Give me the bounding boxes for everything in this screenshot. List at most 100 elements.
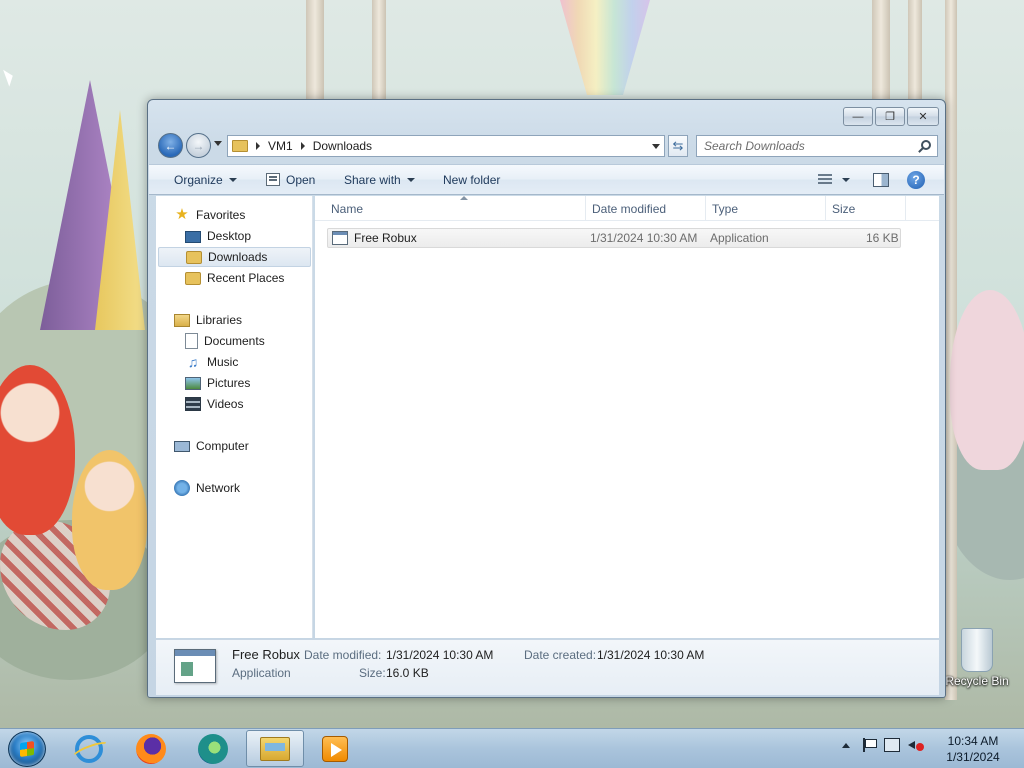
column-header-type[interactable]: Type: [706, 196, 826, 221]
chevron-down-icon: [228, 177, 237, 182]
recycle-bin-label: Recycle Bin: [945, 674, 1009, 688]
breadcrumb-separator-icon[interactable]: [300, 142, 305, 150]
breadcrumb-vm1[interactable]: VM1: [268, 139, 293, 153]
taskbar-firefox[interactable]: [122, 730, 180, 767]
details-file-type: Application: [232, 666, 291, 680]
navigation-pane: ★ Favorites Desktop Downloads Recent Pla…: [156, 196, 313, 638]
maximize-button[interactable]: ❐: [875, 107, 905, 126]
taskbar-internet-explorer[interactable]: [60, 730, 118, 767]
recent-pages-dropdown[interactable]: [214, 141, 222, 146]
file-name: Free Robux: [354, 231, 417, 245]
close-button[interactable]: ✕: [907, 107, 939, 126]
nav-desktop[interactable]: Desktop: [158, 226, 311, 246]
clock[interactable]: 10:34 AM 1/31/2024: [937, 733, 1009, 765]
nav-music[interactable]: ♫ Music: [158, 352, 311, 372]
file-row[interactable]: Free Robux 1/31/2024 10:30 AM Applicatio…: [327, 228, 901, 248]
column-type-label: Type: [712, 201, 739, 216]
refresh-button[interactable]: ⇆: [668, 135, 688, 157]
column-header-name[interactable]: Name: [325, 196, 586, 221]
nav-recent-places[interactable]: Recent Places: [158, 268, 311, 288]
search-icon[interactable]: [921, 140, 931, 150]
organize-button[interactable]: Organize: [174, 165, 237, 194]
nav-network[interactable]: Network: [158, 478, 311, 498]
media-player-icon: [322, 735, 348, 762]
forward-button[interactable]: →: [186, 133, 211, 158]
back-button[interactable]: ←: [158, 133, 183, 158]
nav-desktop-label: Desktop: [207, 229, 252, 243]
new-folder-label: New folder: [443, 172, 501, 187]
details-date-created-value: 1/31/2024 10:30 AM: [597, 648, 705, 662]
nav-documents[interactable]: Documents: [158, 331, 311, 351]
help-icon: ?: [907, 170, 925, 189]
column-header-size[interactable]: Size: [826, 196, 906, 221]
show-hidden-icons-button[interactable]: [842, 742, 850, 748]
column-headers: Name Date modified Type Size: [315, 196, 939, 221]
details-date-modified-label: Date modified:: [304, 648, 382, 662]
pictures-icon: [185, 376, 201, 390]
taskbar-file-explorer[interactable]: [246, 730, 304, 767]
nav-libraries-label: Libraries: [196, 313, 243, 327]
taskbar-media-player[interactable]: [306, 730, 364, 767]
change-view-button[interactable]: [818, 165, 850, 194]
mouse-cursor-icon: [3, 67, 16, 87]
nav-documents-label: Documents: [204, 334, 265, 348]
nav-downloads[interactable]: Downloads: [158, 247, 311, 267]
network-status-icon[interactable]: [884, 738, 900, 752]
details-size-label: Size:: [359, 666, 386, 680]
details-date-created-label: Date created:: [524, 648, 597, 662]
desktop-icon-recycle-bin[interactable]: Recycle Bin: [944, 628, 1010, 688]
search-box[interactable]: [696, 135, 938, 157]
nav-computer[interactable]: Computer: [158, 436, 311, 456]
forward-arrow-icon: →: [192, 138, 205, 153]
recycle-bin-icon: [961, 628, 993, 672]
open-label: Open: [286, 172, 316, 187]
nav-libraries[interactable]: Libraries: [158, 310, 311, 330]
nav-pictures-label: Pictures: [207, 376, 251, 390]
explorer-window: — ❐ ✕ ← → VM1 Downloads ⇆ Organize Op: [147, 99, 946, 698]
wallpaper-tree-trunk: [372, 0, 386, 100]
wallpaper-tree-trunk: [872, 0, 890, 100]
preview-pane-button[interactable]: [873, 165, 889, 194]
taskbar-edge[interactable]: [184, 730, 242, 767]
wallpaper-rainbow: [560, 0, 650, 95]
new-folder-button[interactable]: New folder: [443, 165, 500, 194]
computer-icon: [174, 441, 190, 452]
nav-favorites[interactable]: ★ Favorites: [158, 205, 311, 225]
action-center-flag-icon[interactable]: [862, 738, 877, 752]
help-button[interactable]: ?: [907, 165, 925, 194]
network-icon: [174, 480, 190, 496]
wallpaper-pink-leaf: [950, 290, 1024, 470]
navigation-bar: ← → VM1 Downloads ⇆: [156, 133, 938, 159]
nav-videos[interactable]: Videos: [158, 394, 311, 414]
wallpaper-tree-trunk: [908, 0, 922, 100]
taskbar: 10:34 AM 1/31/2024: [0, 728, 1024, 768]
volume-muted-icon[interactable]: [908, 738, 924, 752]
breadcrumb-downloads[interactable]: Downloads: [313, 139, 372, 153]
nav-pictures[interactable]: Pictures: [158, 373, 311, 393]
address-history-dropdown[interactable]: [652, 144, 660, 149]
nav-music-label: Music: [207, 355, 239, 369]
close-icon: ✕: [918, 111, 928, 123]
breadcrumb-separator-icon[interactable]: [256, 142, 260, 150]
start-button[interactable]: [8, 731, 46, 767]
minimize-icon: —: [852, 110, 864, 123]
clock-date: 1/31/2024: [946, 750, 1000, 764]
details-pane: Free Robux Application Date modified: 1/…: [156, 639, 939, 695]
nav-videos-label: Videos: [207, 397, 244, 411]
address-bar[interactable]: VM1 Downloads: [227, 135, 665, 157]
nav-favorites-label: Favorites: [196, 208, 246, 222]
file-explorer-icon: [260, 736, 290, 761]
open-icon: [266, 173, 280, 186]
file-size-cell: 16 KB: [866, 231, 899, 245]
details-size-value: 16.0 KB: [386, 666, 429, 680]
open-button[interactable]: Open: [266, 165, 315, 194]
share-with-button[interactable]: Share with: [344, 165, 415, 194]
downloads-folder-icon: [186, 250, 202, 264]
views-icon: [818, 173, 832, 186]
column-header-date-modified[interactable]: Date modified: [586, 196, 706, 221]
minimize-button[interactable]: —: [843, 107, 873, 126]
search-input[interactable]: [704, 139, 904, 153]
edge-icon: [198, 733, 228, 764]
recent-places-icon: [185, 271, 201, 285]
file-name-cell: Free Robux: [328, 229, 417, 247]
